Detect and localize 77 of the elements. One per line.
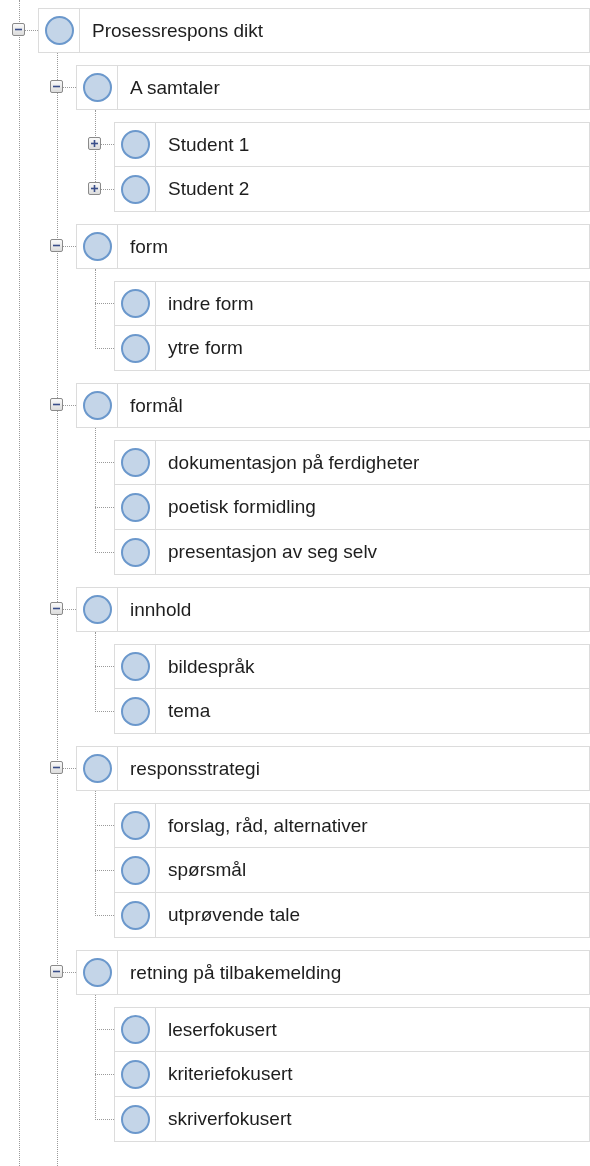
tree-node[interactable]: Student 1: [114, 122, 590, 167]
tree-node[interactable]: responsstrategi: [76, 746, 590, 791]
node-label: utprøvende tale: [167, 904, 301, 926]
node-label: innhold: [129, 598, 192, 621]
circle-icon: [120, 1059, 150, 1089]
circle-icon: [120, 811, 150, 840]
collapse-button[interactable]: [50, 965, 63, 978]
circle-icon: [120, 1015, 150, 1044]
tree-node[interactable]: presentasjon av seg selv: [114, 530, 590, 575]
node-label: form: [129, 235, 168, 258]
node-label: retning på tilbakemelding: [129, 961, 342, 984]
node-label: poetisk formidling: [167, 496, 316, 518]
tree-node[interactable]: dokumentasjon på ferdigheter: [114, 440, 590, 485]
node-label: responsstrategi: [129, 757, 260, 780]
plus-icon: [90, 139, 99, 148]
collapse-button[interactable]: [50, 761, 63, 774]
tree-node[interactable]: skriverfokusert: [114, 1097, 590, 1142]
node-label: dokumentasjon på ferdigheter: [167, 451, 420, 474]
circle-icon: [120, 537, 150, 567]
tree-node[interactable]: leserfokusert: [114, 1007, 590, 1052]
tree-node[interactable]: spørsmål: [114, 848, 590, 893]
circle-icon: [82, 73, 112, 102]
circle-icon: [120, 1104, 150, 1134]
node-label: bildespråk: [167, 655, 255, 678]
circle-icon: [44, 16, 74, 45]
expand-button[interactable]: [88, 182, 101, 195]
tree-node[interactable]: innhold: [76, 587, 590, 632]
node-label: tema: [167, 700, 211, 722]
tree-node[interactable]: formål: [76, 383, 590, 428]
node-label: ytre form: [167, 337, 243, 359]
circle-icon: [120, 855, 150, 885]
node-label: Student 1: [167, 133, 250, 156]
collapse-button[interactable]: [50, 398, 63, 411]
tree-node[interactable]: Student 2: [114, 167, 590, 212]
circle-icon: [120, 492, 150, 522]
circle-icon: [120, 130, 150, 159]
plus-icon: [90, 184, 99, 193]
collapse-button[interactable]: [12, 23, 25, 36]
tree-node[interactable]: poetisk formidling: [114, 485, 590, 530]
tree-node[interactable]: retning på tilbakemelding: [76, 950, 590, 995]
node-label: formål: [129, 394, 183, 417]
circle-icon: [82, 232, 112, 261]
node-label: A samtaler: [129, 76, 220, 99]
tree-node[interactable]: ytre form: [114, 326, 590, 371]
collapse-button[interactable]: [50, 239, 63, 252]
node-label: forslag, råd, alternativer: [167, 814, 368, 837]
circle-icon: [120, 900, 150, 930]
node-label: Prosessrespons dikt: [91, 19, 264, 42]
circle-icon: [82, 391, 112, 420]
collapse-button[interactable]: [50, 80, 63, 93]
circle-icon: [120, 696, 150, 726]
node-label: kriteriefokusert: [167, 1063, 293, 1085]
node-label: leserfokusert: [167, 1018, 277, 1041]
circle-icon: [120, 174, 150, 204]
tree-node[interactable]: A samtaler: [76, 65, 590, 110]
circle-icon: [120, 448, 150, 477]
tree-node[interactable]: kriteriefokusert: [114, 1052, 590, 1097]
tree-node[interactable]: indre form: [114, 281, 590, 326]
expand-button[interactable]: [88, 137, 101, 150]
tree-node[interactable]: tema: [114, 689, 590, 734]
node-label: skriverfokusert: [167, 1108, 292, 1130]
tree-node[interactable]: forslag, råd, alternativer: [114, 803, 590, 848]
node-label: indre form: [167, 292, 254, 315]
node-label: Student 2: [167, 178, 250, 200]
circle-icon: [120, 333, 150, 363]
circle-icon: [82, 595, 112, 624]
collapse-button[interactable]: [50, 602, 63, 615]
node-label: spørsmål: [167, 859, 247, 881]
tree-node[interactable]: bildespråk: [114, 644, 590, 689]
node-label: presentasjon av seg selv: [167, 541, 378, 563]
tree-node[interactable]: Prosessrespons dikt: [38, 8, 590, 53]
circle-icon: [120, 652, 150, 681]
circle-icon: [82, 754, 112, 783]
circle-icon: [82, 958, 112, 987]
tree-node[interactable]: utprøvende tale: [114, 893, 590, 938]
tree-node[interactable]: form: [76, 224, 590, 269]
circle-icon: [120, 289, 150, 318]
